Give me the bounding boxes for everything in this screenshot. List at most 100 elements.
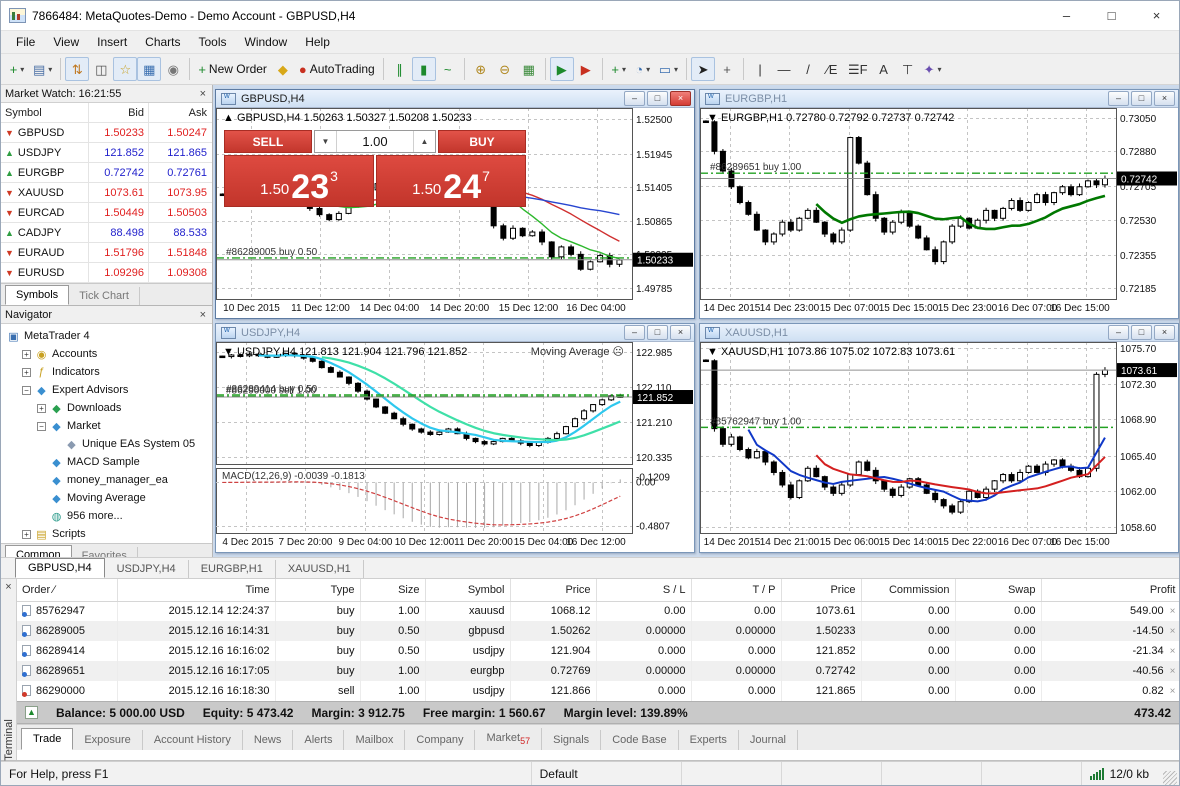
close-order-icon[interactable]: × xyxy=(1170,606,1176,617)
navigator-item-accounts[interactable]: + ◉ Accounts xyxy=(5,345,212,363)
terminal-tab-alerts[interactable]: Alerts xyxy=(293,730,345,750)
chart-tab-usdjpy-h4[interactable]: USDJPY,H4 xyxy=(105,560,189,578)
chart-shift-button[interactable]: ▶ xyxy=(574,57,598,81)
volume-value[interactable]: 1.00 xyxy=(337,131,413,152)
volume-up-icon[interactable]: ▲ xyxy=(413,131,435,152)
autotrading-button[interactable]: ● AutoTrading xyxy=(295,57,379,81)
periods-button[interactable]: ◔ ▾ xyxy=(631,57,655,81)
menu-file[interactable]: File xyxy=(7,33,44,51)
fibonacci-button[interactable]: ☰F xyxy=(844,57,872,81)
new-chart-button[interactable]: + ▾ xyxy=(5,57,29,81)
close-order-icon[interactable]: × xyxy=(1170,686,1176,697)
order-row-85762947[interactable]: 85762947 2015.12.14 12:24:37 buy 1.00 xauusd… xyxy=(17,601,1179,621)
market-watch-row-eurusd[interactable]: ▼ EURUSD 1.09296 1.09308 xyxy=(1,263,212,283)
profiles-button[interactable]: ▤ ▾ xyxy=(29,57,56,81)
chart-minimize-button[interactable]: – xyxy=(624,91,645,106)
chart-minimize-button[interactable]: – xyxy=(1108,325,1129,340)
line-chart-button[interactable]: ~ xyxy=(436,57,460,81)
chart-window-titlebar[interactable]: EURGBP,H1 –□× xyxy=(700,90,1178,108)
market-watch-row-usdjpy[interactable]: ▲ USDJPY 121.852 121.865 xyxy=(1,143,212,163)
auto-scroll-button[interactable]: ▶ xyxy=(549,57,574,81)
order-row-86290000[interactable]: 86290000 2015.12.16 16:18:30 sell 1.00 usdjp… xyxy=(17,681,1179,701)
buy-price-panel[interactable]: 1.50 24 7 xyxy=(376,155,526,207)
chart-tab-xauusd-h1[interactable]: XAUUSD,H1 xyxy=(276,560,364,578)
collapse-icon[interactable]: − xyxy=(37,421,46,431)
chart-canvas[interactable]: 10 Dec 2015 11 Dec 12:00 14 Dec 04:00 14 De… xyxy=(216,108,694,318)
menu-window[interactable]: Window xyxy=(236,33,297,51)
zoom-out-button[interactable]: ⊖ xyxy=(493,57,517,81)
minimize-button[interactable]: – xyxy=(1044,1,1089,30)
channel-button[interactable]: ∕E xyxy=(820,57,844,81)
chart-close-button[interactable]: × xyxy=(1154,91,1175,106)
navigator-close-icon[interactable]: × xyxy=(198,309,208,321)
metaeditor-button[interactable]: ◆ xyxy=(271,57,295,81)
market-watch-row-eurgbp[interactable]: ▲ EURGBP 0.72742 0.72761 xyxy=(1,163,212,183)
menu-help[interactable]: Help xyxy=(296,33,339,51)
chart-tab-eurgbp-h1[interactable]: EURGBP,H1 xyxy=(189,560,276,578)
expand-icon[interactable]: + xyxy=(22,367,31,377)
crosshair-button[interactable]: + xyxy=(715,57,739,81)
expand-icon[interactable]: + xyxy=(37,403,46,413)
market-watch-button[interactable]: ⇅ xyxy=(65,57,90,81)
indicators-button[interactable]: + ▾ xyxy=(607,57,631,81)
sell-button[interactable]: SELL xyxy=(224,130,312,153)
chart-tab-gbpusd-h4[interactable]: GBPUSD,H4 xyxy=(15,558,105,578)
sell-price-panel[interactable]: 1.50 23 3 xyxy=(224,155,374,207)
market-watch-close-icon[interactable]: × xyxy=(198,88,208,100)
chart-canvas[interactable]: 14 Dec 2015 14 Dec 21:00 15 Dec 06:00 15 De… xyxy=(700,342,1178,552)
volume-down-icon[interactable]: ▼ xyxy=(315,131,337,152)
expand-icon[interactable]: + xyxy=(22,349,31,359)
terminal-tab-market[interactable]: Market57 xyxy=(475,727,543,750)
order-row-86289005[interactable]: 86289005 2015.12.16 16:14:31 buy 0.50 gbpusd… xyxy=(17,621,1179,641)
chart-window-titlebar[interactable]: XAUUSD,H1 –□× xyxy=(700,324,1178,342)
collapse-icon[interactable]: − xyxy=(22,385,31,395)
crosshair-window-button[interactable]: ◫ xyxy=(89,57,113,81)
chart-restore-button[interactable]: □ xyxy=(1131,325,1152,340)
terminal-tab-exposure[interactable]: Exposure xyxy=(73,730,143,750)
close-button[interactable]: × xyxy=(1134,1,1179,30)
chart-restore-button[interactable]: □ xyxy=(647,325,668,340)
menu-view[interactable]: View xyxy=(44,33,88,51)
arrows-button[interactable]: ✦ ▾ xyxy=(920,57,946,81)
horizontal-line-button[interactable]: — xyxy=(772,57,796,81)
candlestick-chart-button[interactable]: ▮ xyxy=(411,57,436,81)
tile-windows-button[interactable]: ▦ xyxy=(517,57,541,81)
market-watch-row-xauusd[interactable]: ▼ XAUUSD 1073.61 1073.95 xyxy=(1,183,212,203)
navigator-item-market[interactable]: − ◆ Market xyxy=(5,417,212,435)
close-order-icon[interactable]: × xyxy=(1170,666,1176,677)
expand-icon[interactable]: + xyxy=(22,529,31,539)
menu-tools[interactable]: Tools xyxy=(190,33,236,51)
market-watch-row-cadjpy[interactable]: ▲ CADJPY 88.498 88.533 xyxy=(1,223,212,243)
text-button[interactable]: A xyxy=(872,57,896,81)
resize-grip[interactable] xyxy=(1163,771,1177,785)
chart-close-button[interactable]: × xyxy=(1154,325,1175,340)
chart-close-button[interactable]: × xyxy=(670,325,691,340)
trendline-button[interactable]: / xyxy=(796,57,820,81)
close-order-icon[interactable]: × xyxy=(1170,626,1176,637)
terminal-tab-trade[interactable]: Trade xyxy=(21,728,74,750)
terminal-tab-company[interactable]: Company xyxy=(405,730,476,750)
chart-window-titlebar[interactable]: GBPUSD,H4 –□× xyxy=(216,90,694,108)
chart-restore-button[interactable]: □ xyxy=(647,91,668,106)
terminal-tab-experts[interactable]: Experts xyxy=(679,730,739,750)
maximize-button[interactable]: □ xyxy=(1089,1,1134,30)
navigator-item-moving-average[interactable]: ◆ Moving Average xyxy=(5,489,212,507)
chart-restore-button[interactable]: □ xyxy=(1131,91,1152,106)
market-watch-row-eurcad[interactable]: ▼ EURCAD 1.50449 1.50503 xyxy=(1,203,212,223)
templates-button[interactable]: ▭ ▾ xyxy=(655,57,682,81)
menu-insert[interactable]: Insert xyxy=(88,33,136,51)
text-label-button[interactable]: ⊤ xyxy=(896,57,920,81)
cursor-button[interactable]: ➤ xyxy=(691,57,716,81)
terminal-tab-code-base[interactable]: Code Base xyxy=(601,730,679,750)
data-window-button[interactable]: ▦ xyxy=(137,57,162,81)
navigator-item-money-manager-ea[interactable]: ◆ money_manager_ea xyxy=(5,471,212,489)
terminal-tab-mailbox[interactable]: Mailbox xyxy=(344,730,406,750)
close-order-icon[interactable]: × xyxy=(1170,646,1176,657)
chart-canvas[interactable]: 14 Dec 2015 14 Dec 23:00 15 Dec 07:00 15 De… xyxy=(700,108,1178,318)
navigator-item-indicators[interactable]: + ƒ Indicators xyxy=(5,363,212,381)
terminal-tab-account-history[interactable]: Account History xyxy=(143,730,243,750)
navigator-item-downloads[interactable]: + ◆ Downloads xyxy=(5,399,212,417)
market-watch-row-euraud[interactable]: ▼ EURAUD 1.51796 1.51848 xyxy=(1,243,212,263)
new-order-button[interactable]: + New Order xyxy=(194,57,271,81)
terminal-tab-signals[interactable]: Signals xyxy=(542,730,602,750)
